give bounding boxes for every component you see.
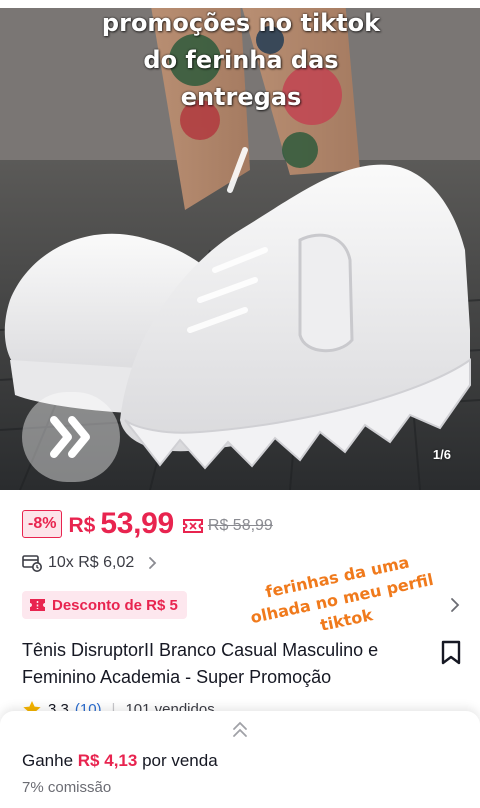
original-price: R$ 58,99 <box>207 517 273 534</box>
earn-suffix: por venda <box>142 751 218 770</box>
coupon-chevron-right-icon[interactable] <box>450 597 460 613</box>
promo-annotation: ferinhas da uma olhada no meu perfil tik… <box>242 547 442 651</box>
bookmark-icon[interactable] <box>440 640 462 666</box>
promo-overlay-text: promoções no tiktok do ferinha das entre… <box>96 5 386 116</box>
coupon-ticket-icon <box>182 518 203 533</box>
installment-text: 10x R$ 6,02 <box>48 554 135 571</box>
next-image-button[interactable] <box>22 392 120 482</box>
coupon-label: Desconto de R$ 5 <box>52 596 178 614</box>
price-currency: R$ <box>68 514 96 537</box>
overlay-line: do ferinha das <box>143 46 339 74</box>
chevron-right-icon <box>149 557 157 569</box>
earn-amount: R$ 4,13 <box>77 751 138 770</box>
overlay-line: promoções no tiktok <box>101 9 381 37</box>
discount-coupon[interactable]: Desconto de R$ 5 <box>22 591 187 619</box>
commission-rate: 7% comissão <box>22 779 112 796</box>
installment-row[interactable]: 10x R$ 6,02 <box>22 551 158 575</box>
price-row: -8% R$ 53,99 R$ 58,99 <box>22 507 273 540</box>
expand-chevron-up-icon[interactable] <box>229 720 251 740</box>
image-counter: 1/6 <box>432 447 451 462</box>
affiliate-bottom-sheet[interactable]: Ganhe R$ 4,13 por venda 7% comissão <box>0 711 480 808</box>
discount-badge: -8% <box>22 510 63 538</box>
current-price: 53,99 <box>100 507 174 540</box>
product-title: Tênis DisruptorII Branco Casual Masculin… <box>22 640 379 687</box>
earnings-line: Ganhe R$ 4,13 por venda <box>22 751 218 771</box>
earn-prefix: Ganhe <box>22 751 74 770</box>
product-image-carousel[interactable]: promoções no tiktok do ferinha das entre… <box>0 0 480 490</box>
ticket-icon <box>30 599 45 611</box>
installment-card-icon <box>22 555 42 572</box>
overlay-line: entregas <box>180 83 302 111</box>
double-chevron-right-icon <box>50 416 90 458</box>
